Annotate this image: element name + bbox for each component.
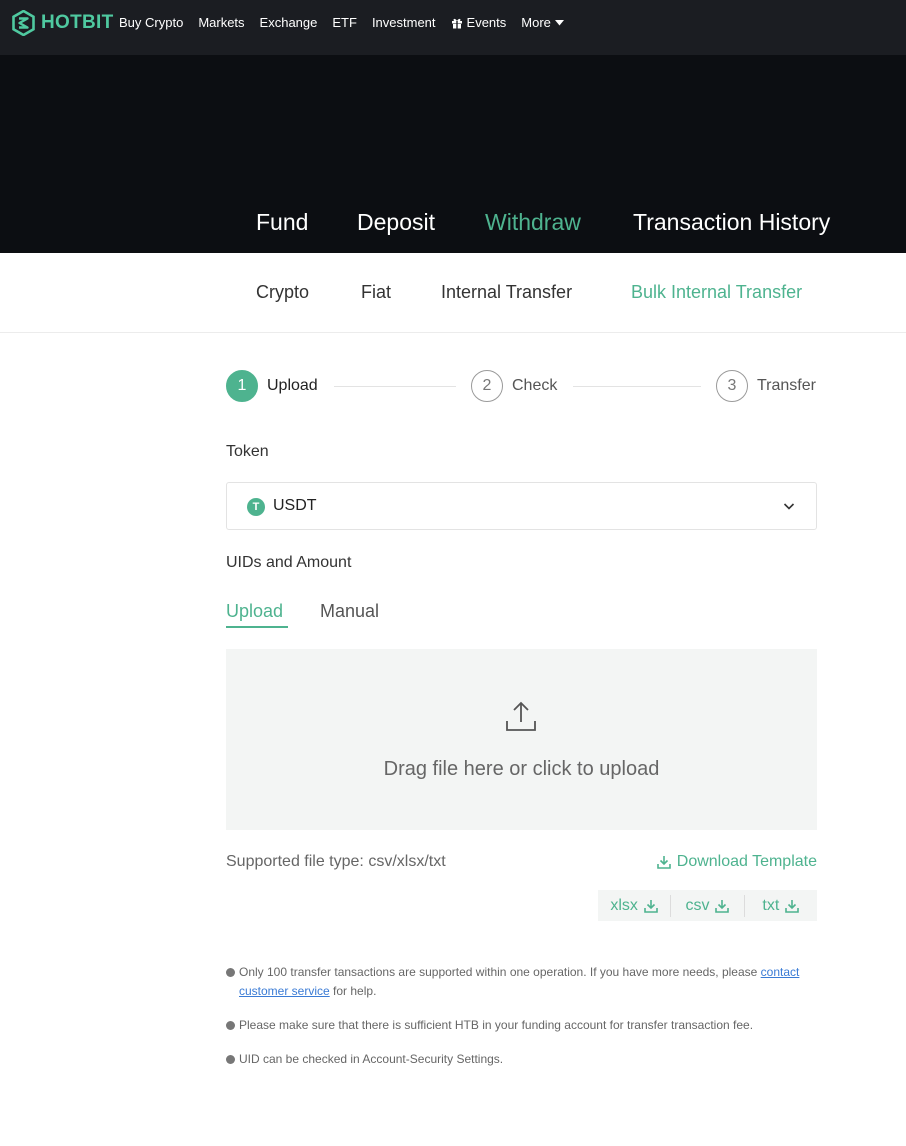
gift-icon	[451, 18, 462, 28]
hotbit-logo[interactable]: HOTBIT	[12, 10, 114, 36]
nav-menu: Buy Crypto Markets Exchange ETF Investme…	[119, 15, 564, 30]
top-navbar: HOTBIT Buy Crypto Markets Exchange ETF I…	[0, 0, 906, 55]
token-select[interactable]: T USDT	[226, 482, 817, 530]
main-tabs: Fund Deposit Withdraw Transaction Histor…	[0, 209, 906, 239]
nav-events[interactable]: Events	[451, 15, 507, 30]
nav-exchange-label: Exchange	[259, 15, 318, 30]
subtab-internal-transfer[interactable]: Internal Transfer	[441, 282, 572, 303]
notes-list: Only 100 transfer tansactions are suppor…	[226, 963, 806, 1084]
dropzone-text: Drag file here or click to upload	[383, 758, 660, 780]
step-1-label: Upload	[267, 377, 318, 394]
step-1-circle: 1	[226, 370, 258, 402]
nav-markets[interactable]: Markets	[198, 15, 244, 30]
format-label: txt	[762, 896, 780, 914]
step-2-label: Check	[512, 377, 558, 394]
nav-events-label: Events	[466, 15, 507, 30]
withdraw-subtabs: Crypto Fiat Internal Transfer Bulk Inter…	[0, 253, 906, 333]
nav-buy-crypto[interactable]: Buy Crypto	[119, 15, 183, 30]
tab-manual[interactable]: Manual	[320, 601, 379, 622]
template-format-buttons: xlsx csv txt	[598, 890, 817, 921]
note-text: for help.	[329, 984, 377, 998]
tab-transaction-history[interactable]: Transaction History	[633, 209, 830, 236]
step-indicator: 1 Upload 2 Check 3 Transfer	[226, 370, 817, 404]
file-upload-dropzone[interactable]: Drag file here or click to upload	[226, 649, 817, 830]
step-3-circle: 3	[716, 370, 748, 402]
download-template-label: Download Template	[676, 853, 817, 870]
note-item: Only 100 transfer tansactions are suppor…	[226, 963, 806, 1001]
note-text: Only 100 transfer tansactions are suppor…	[239, 965, 758, 979]
note-item: UID can be checked in Account-Security S…	[226, 1050, 806, 1069]
nav-investment[interactable]: Investment	[372, 15, 436, 30]
download-icon	[715, 899, 730, 913]
nav-etf-label: ETF	[332, 15, 357, 30]
download-txt-button[interactable]: txt	[745, 890, 817, 921]
download-xlsx-button[interactable]: xlsx	[598, 890, 670, 921]
download-csv-button[interactable]: csv	[671, 890, 743, 921]
note-item: Please make sure that there is sufficien…	[226, 1016, 806, 1035]
nav-investment-label: Investment	[371, 15, 436, 30]
nav-more[interactable]: More	[521, 15, 564, 30]
step-connector	[573, 386, 701, 387]
download-icon	[656, 856, 671, 869]
format-label: csv	[685, 896, 710, 914]
supported-file-types: Supported file type: csv/xlsx/txt	[226, 853, 446, 870]
format-label: xlsx	[610, 896, 638, 914]
download-icon	[785, 899, 800, 913]
step-connector	[334, 386, 456, 387]
subtab-crypto[interactable]: Crypto	[256, 282, 309, 303]
note-text: UID can be checked in Account-Security S…	[239, 1052, 504, 1066]
subtab-fiat[interactable]: Fiat	[361, 282, 391, 303]
uids-amount-label: UIDs and Amount	[226, 554, 352, 571]
tab-fund[interactable]: Fund	[256, 209, 308, 236]
token-selected-value: USDT	[273, 497, 317, 514]
hotbit-logo-icon	[12, 10, 35, 36]
download-template-link[interactable]: Download Template	[656, 853, 817, 871]
step-2-circle: 2	[471, 370, 503, 402]
tab-withdraw[interactable]: Withdraw	[485, 209, 581, 236]
subtab-bulk-internal-transfer[interactable]: Bulk Internal Transfer	[631, 282, 802, 303]
nav-etf[interactable]: ETF	[332, 15, 357, 30]
nav-markets-label: Markets	[198, 15, 245, 30]
usdt-token-icon: T	[247, 498, 265, 516]
logo-text: HOTBIT	[41, 12, 114, 33]
upload-icon	[506, 701, 536, 731]
caret-down-icon	[554, 19, 564, 25]
tab-deposit[interactable]: Deposit	[357, 209, 435, 236]
nav-buy-crypto-label: Buy Crypto	[119, 15, 184, 30]
chevron-down-icon	[783, 503, 795, 510]
token-label: Token	[226, 443, 269, 460]
nav-exchange[interactable]: Exchange	[260, 15, 318, 30]
tab-upload[interactable]: Upload	[226, 601, 283, 622]
note-text: Please make sure that there is sufficien…	[239, 1018, 754, 1032]
nav-more-label: More	[521, 15, 551, 30]
step-3-label: Transfer	[757, 377, 816, 394]
active-tab-underline	[226, 626, 288, 628]
download-icon	[644, 899, 658, 913]
